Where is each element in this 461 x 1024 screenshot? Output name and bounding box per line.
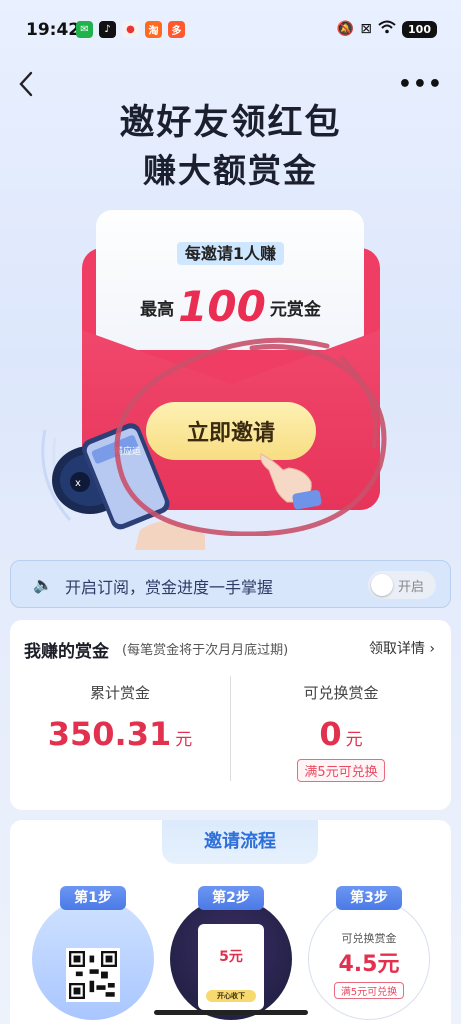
claim-details-link[interactable]: 领取详情 ›: [369, 638, 435, 658]
invite-flow-title: 邀请流程: [162, 820, 318, 864]
clock: 19:42: [26, 20, 81, 40]
svg-text:ⅹ: ⅹ: [75, 478, 81, 489]
redeemable-value: 0元: [231, 715, 451, 753]
phone-chip-text: 猫应运: [114, 445, 141, 457]
max-reward-line: 最高100 元赏金: [0, 282, 461, 331]
redeemable-amount: 0: [319, 715, 342, 753]
sim-icon: ⊠: [360, 21, 373, 37]
step-3-badge: 满5元可兑换: [334, 982, 404, 999]
step-2-label: 第2步: [198, 886, 264, 910]
step-2-card: 5元 开心收下: [198, 924, 264, 1010]
wifi-icon: [378, 20, 396, 38]
redeemable-column: 可兑换赏金 0元 满5元可兑换: [231, 682, 451, 782]
claim-details-label: 领取详情: [368, 641, 425, 657]
battery-indicator: 100: [402, 20, 437, 38]
mute-icon: 🔕: [336, 21, 355, 37]
max-prefix: 最高: [140, 300, 175, 320]
step-3-value: 4.5元: [338, 952, 400, 977]
subscribe-text: 开启订阅，赏金进度一手掌握: [65, 578, 274, 597]
flow-step-2: 5元 开心收下 第2步: [170, 886, 292, 1024]
chevron-right-icon: ›: [429, 641, 435, 657]
total-reward-column: 累计赏金 350.31 元: [10, 682, 230, 753]
redeemable-unit: 元: [345, 730, 363, 750]
step-3-caption: 可兑换赏金: [341, 932, 397, 945]
pointing-hand-icon: [260, 453, 322, 510]
step-1-illustration: [32, 898, 154, 1020]
taobao-icon: 淘: [145, 21, 162, 38]
home-indicator[interactable]: [154, 1010, 308, 1015]
earnings-title: 我赚的赏金: [24, 642, 109, 662]
tiktok-icon: ♪: [99, 21, 116, 38]
flow-step-3: 可兑换赏金 4.5元 满5元可兑换 第3步: [308, 886, 430, 1024]
subscribe-bar: 🔈 开启订阅，赏金进度一手掌握 开启: [10, 560, 451, 608]
max-amount: 100: [178, 282, 266, 331]
qr-code-icon: [66, 948, 120, 1002]
total-reward-label: 累计赏金: [89, 684, 150, 702]
app-icon-2: 多: [168, 21, 185, 38]
status-bar: 19:42 ✉ ♪ ● 淘 多 🔕 ⊠ 100: [0, 0, 461, 62]
subscribe-toggle[interactable]: 开启: [368, 571, 436, 599]
redeemable-label: 可兑换赏金: [303, 684, 379, 702]
toggle-label: 开启: [398, 580, 425, 595]
speaker-icon: 🔈: [33, 575, 53, 594]
app-icon: ●: [122, 21, 139, 38]
max-suffix: 元赏金: [269, 300, 321, 320]
total-reward-value: 350.31 元: [10, 715, 230, 753]
redeem-threshold-badge: 满5元可兑换: [297, 759, 385, 782]
hero-title: 邀好友领红包: [119, 103, 342, 143]
step-2-amount: 5元: [219, 949, 243, 965]
reward-tag: 每邀请1人赚: [0, 240, 461, 265]
step-1-label: 第1步: [60, 886, 126, 910]
reward-tag-text: 每邀请1人赚: [176, 242, 285, 265]
wechat-icon: ✉: [76, 21, 93, 38]
earnings-card: 我赚的赏金 (每笔赏金将于次月月底过期) 领取详情 › 累计赏金 350.31 元…: [10, 620, 451, 810]
invite-flow-card: 邀请流程 第1步 5元 开心收下 第2步 可兑换赏金 4.5元 满5元可兑换 第…: [10, 820, 451, 1024]
earnings-note: (每笔赏金将于次月月底过期): [122, 643, 289, 658]
toggle-knob: [371, 574, 393, 596]
total-reward-amount: 350.31: [47, 715, 172, 753]
flow-step-1: 第1步: [32, 886, 154, 1024]
hero-subtitle: 赚大额赏金: [143, 151, 318, 190]
step-3-label: 第3步: [336, 886, 402, 910]
total-reward-unit: 元: [175, 730, 193, 750]
step-2-accept-button: 开心收下: [206, 990, 256, 1002]
system-icons: 🔕 ⊠ 100: [337, 20, 437, 38]
notification-icons: ✉ ♪ ● 淘 多: [76, 21, 185, 38]
